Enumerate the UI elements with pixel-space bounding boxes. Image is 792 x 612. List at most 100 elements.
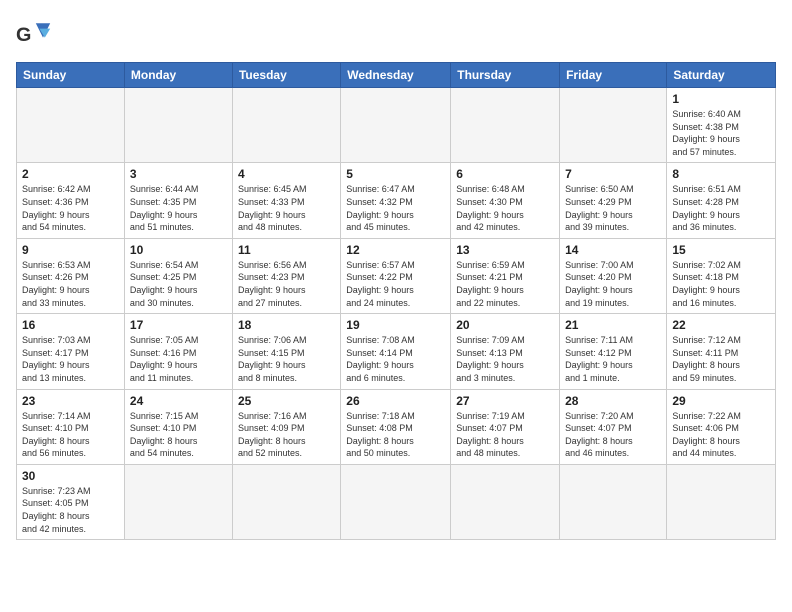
calendar-day-cell: 1Sunrise: 6:40 AM Sunset: 4:38 PM Daylig… <box>667 88 776 163</box>
day-info: Sunrise: 7:08 AM Sunset: 4:14 PM Dayligh… <box>346 334 445 384</box>
day-number: 24 <box>130 394 227 408</box>
day-info: Sunrise: 6:44 AM Sunset: 4:35 PM Dayligh… <box>130 183 227 233</box>
day-number: 13 <box>456 243 554 257</box>
logo: G <box>16 16 58 52</box>
day-number: 27 <box>456 394 554 408</box>
day-number: 14 <box>565 243 661 257</box>
day-number: 29 <box>672 394 770 408</box>
day-info: Sunrise: 6:48 AM Sunset: 4:30 PM Dayligh… <box>456 183 554 233</box>
calendar-day-cell: 23Sunrise: 7:14 AM Sunset: 4:10 PM Dayli… <box>17 389 125 464</box>
day-number: 8 <box>672 167 770 181</box>
day-number: 17 <box>130 318 227 332</box>
calendar-week-row: 1Sunrise: 6:40 AM Sunset: 4:38 PM Daylig… <box>17 88 776 163</box>
weekday-header-friday: Friday <box>560 63 667 88</box>
day-number: 26 <box>346 394 445 408</box>
day-info: Sunrise: 7:14 AM Sunset: 4:10 PM Dayligh… <box>22 410 119 460</box>
day-number: 11 <box>238 243 335 257</box>
weekday-header-sunday: Sunday <box>17 63 125 88</box>
calendar-day-cell: 2 Sunrise: 6:42 AM Sunset: 4:36 PM Daylig… <box>17 163 125 238</box>
day-number: 21 <box>565 318 661 332</box>
page-header: G <box>16 16 776 52</box>
calendar-day-cell: 25Sunrise: 7:16 AM Sunset: 4:09 PM Dayli… <box>232 389 340 464</box>
calendar-day-cell: 24 Sunrise: 7:15 AM Sunset: 4:10 PM Dayli… <box>124 389 232 464</box>
day-number: 10 <box>130 243 227 257</box>
day-info: Sunrise: 6:59 AM Sunset: 4:21 PM Dayligh… <box>456 259 554 309</box>
calendar-week-row: 16 Sunrise: 7:03 AM Sunset: 4:17 PM Dayli… <box>17 314 776 389</box>
calendar-table: SundayMondayTuesdayWednesdayThursdayFrid… <box>16 62 776 540</box>
calendar-day-cell: 13 Sunrise: 6:59 AM Sunset: 4:21 PM Dayli… <box>451 238 560 313</box>
day-number: 19 <box>346 318 445 332</box>
calendar-day-cell <box>124 464 232 539</box>
day-info: Sunrise: 7:12 AM Sunset: 4:11 PM Dayligh… <box>672 334 770 384</box>
calendar-day-cell <box>667 464 776 539</box>
calendar-day-cell: 18 Sunrise: 7:06 AM Sunset: 4:15 PM Dayli… <box>232 314 340 389</box>
day-number: 5 <box>346 167 445 181</box>
calendar-day-cell: 12Sunrise: 6:57 AM Sunset: 4:22 PM Dayli… <box>341 238 451 313</box>
day-info: Sunrise: 7:03 AM Sunset: 4:17 PM Dayligh… <box>22 334 119 384</box>
calendar-day-cell: 27 Sunrise: 7:19 AM Sunset: 4:07 PM Dayli… <box>451 389 560 464</box>
day-info: Sunrise: 7:00 AM Sunset: 4:20 PM Dayligh… <box>565 259 661 309</box>
day-info: Sunrise: 6:56 AM Sunset: 4:23 PM Dayligh… <box>238 259 335 309</box>
day-info: Sunrise: 7:16 AM Sunset: 4:09 PM Dayligh… <box>238 410 335 460</box>
calendar-day-cell: 4Sunrise: 6:45 AM Sunset: 4:33 PM Daylig… <box>232 163 340 238</box>
day-info: Sunrise: 7:11 AM Sunset: 4:12 PM Dayligh… <box>565 334 661 384</box>
calendar-day-cell <box>451 464 560 539</box>
day-info: Sunrise: 7:09 AM Sunset: 4:13 PM Dayligh… <box>456 334 554 384</box>
day-number: 3 <box>130 167 227 181</box>
weekday-header-monday: Monday <box>124 63 232 88</box>
calendar-day-cell: 7Sunrise: 6:50 AM Sunset: 4:29 PM Daylig… <box>560 163 667 238</box>
day-number: 28 <box>565 394 661 408</box>
day-number: 12 <box>346 243 445 257</box>
weekday-header-tuesday: Tuesday <box>232 63 340 88</box>
calendar-day-cell: 28Sunrise: 7:20 AM Sunset: 4:07 PM Dayli… <box>560 389 667 464</box>
day-number: 18 <box>238 318 335 332</box>
calendar-day-cell: 17 Sunrise: 7:05 AM Sunset: 4:16 PM Dayli… <box>124 314 232 389</box>
weekday-header-wednesday: Wednesday <box>341 63 451 88</box>
calendar-day-cell: 16 Sunrise: 7:03 AM Sunset: 4:17 PM Dayli… <box>17 314 125 389</box>
day-number: 16 <box>22 318 119 332</box>
svg-text:G: G <box>16 24 31 46</box>
calendar-day-cell: 15 Sunrise: 7:02 AM Sunset: 4:18 PM Dayli… <box>667 238 776 313</box>
calendar-day-cell <box>124 88 232 163</box>
calendar-week-row: 9Sunrise: 6:53 AM Sunset: 4:26 PM Daylig… <box>17 238 776 313</box>
calendar-day-cell: 20Sunrise: 7:09 AM Sunset: 4:13 PM Dayli… <box>451 314 560 389</box>
calendar-day-cell: 11 Sunrise: 6:56 AM Sunset: 4:23 PM Dayli… <box>232 238 340 313</box>
calendar-week-row: 30Sunrise: 7:23 AM Sunset: 4:05 PM Dayli… <box>17 464 776 539</box>
calendar-day-cell <box>232 464 340 539</box>
day-info: Sunrise: 7:18 AM Sunset: 4:08 PM Dayligh… <box>346 410 445 460</box>
calendar-day-cell: 5 Sunrise: 6:47 AM Sunset: 4:32 PM Daylig… <box>341 163 451 238</box>
calendar-day-cell: 6 Sunrise: 6:48 AM Sunset: 4:30 PM Daylig… <box>451 163 560 238</box>
weekday-header-saturday: Saturday <box>667 63 776 88</box>
calendar-day-cell: 22 Sunrise: 7:12 AM Sunset: 4:11 PM Dayli… <box>667 314 776 389</box>
calendar-day-cell: 10 Sunrise: 6:54 AM Sunset: 4:25 PM Dayli… <box>124 238 232 313</box>
calendar-day-cell <box>560 88 667 163</box>
day-number: 6 <box>456 167 554 181</box>
calendar-day-cell <box>17 88 125 163</box>
calendar-day-cell <box>232 88 340 163</box>
day-info: Sunrise: 6:42 AM Sunset: 4:36 PM Dayligh… <box>22 183 119 233</box>
calendar-day-cell <box>560 464 667 539</box>
calendar-day-cell: 30Sunrise: 7:23 AM Sunset: 4:05 PM Dayli… <box>17 464 125 539</box>
day-info: Sunrise: 7:05 AM Sunset: 4:16 PM Dayligh… <box>130 334 227 384</box>
weekday-header-row: SundayMondayTuesdayWednesdayThursdayFrid… <box>17 63 776 88</box>
calendar-day-cell: 3 Sunrise: 6:44 AM Sunset: 4:35 PM Daylig… <box>124 163 232 238</box>
calendar-week-row: 2 Sunrise: 6:42 AM Sunset: 4:36 PM Daylig… <box>17 163 776 238</box>
calendar-day-cell: 14 Sunrise: 7:00 AM Sunset: 4:20 PM Dayli… <box>560 238 667 313</box>
day-number: 2 <box>22 167 119 181</box>
day-info: Sunrise: 6:47 AM Sunset: 4:32 PM Dayligh… <box>346 183 445 233</box>
day-info: Sunrise: 7:06 AM Sunset: 4:15 PM Dayligh… <box>238 334 335 384</box>
day-info: Sunrise: 6:51 AM Sunset: 4:28 PM Dayligh… <box>672 183 770 233</box>
day-number: 22 <box>672 318 770 332</box>
day-info: Sunrise: 7:02 AM Sunset: 4:18 PM Dayligh… <box>672 259 770 309</box>
calendar-day-cell: 21 Sunrise: 7:11 AM Sunset: 4:12 PM Dayli… <box>560 314 667 389</box>
day-number: 15 <box>672 243 770 257</box>
day-number: 9 <box>22 243 119 257</box>
day-info: Sunrise: 7:22 AM Sunset: 4:06 PM Dayligh… <box>672 410 770 460</box>
calendar-day-cell: 9Sunrise: 6:53 AM Sunset: 4:26 PM Daylig… <box>17 238 125 313</box>
day-info: Sunrise: 6:54 AM Sunset: 4:25 PM Dayligh… <box>130 259 227 309</box>
calendar-day-cell <box>451 88 560 163</box>
day-info: Sunrise: 7:23 AM Sunset: 4:05 PM Dayligh… <box>22 485 119 535</box>
day-number: 7 <box>565 167 661 181</box>
day-info: Sunrise: 7:19 AM Sunset: 4:07 PM Dayligh… <box>456 410 554 460</box>
day-info: Sunrise: 7:15 AM Sunset: 4:10 PM Dayligh… <box>130 410 227 460</box>
